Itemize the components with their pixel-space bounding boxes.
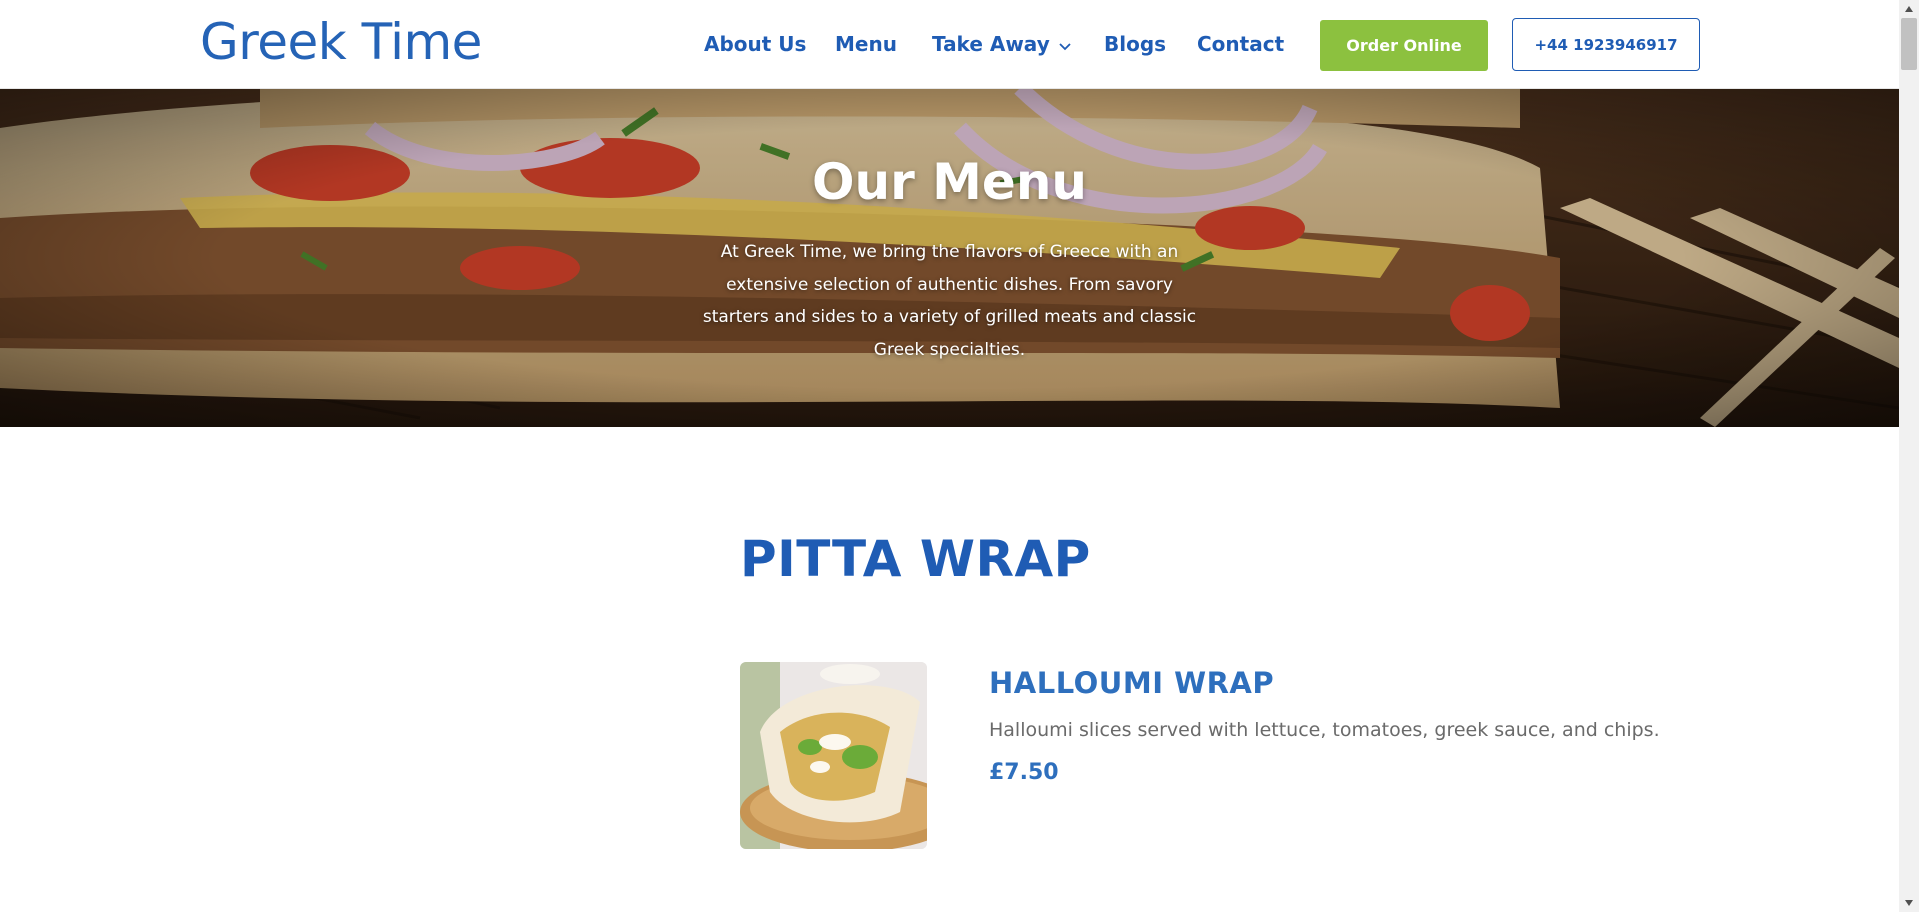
scroll-down-icon[interactable] [1904, 898, 1914, 908]
menu-item-description: Halloumi slices served with lettuce, tom… [989, 719, 1660, 741]
scroll-up-icon[interactable] [1904, 4, 1914, 14]
site-header: Greek Time About Us Menu Take Away Blogs… [0, 0, 1899, 89]
hero-banner: Our Menu At Greek Time, we bring the fla… [0, 88, 1899, 427]
chevron-down-icon [1059, 42, 1071, 50]
nav-blogs[interactable]: Blogs [1104, 30, 1166, 58]
hero-title: Our Menu [811, 153, 1088, 211]
hero-description: At Greek Time, we bring the flavors of G… [702, 242, 1197, 360]
menu-item-price: £7.50 [989, 760, 1059, 785]
nav-take-away-label: Take Away [932, 32, 1050, 56]
nav-menu[interactable]: Menu [835, 30, 897, 58]
phone-button[interactable]: +44 1923946917 [1512, 18, 1700, 71]
section-title: PITTA WRAP [740, 530, 1091, 588]
wrap-photo [740, 662, 927, 849]
page-scrollbar[interactable] [1899, 0, 1919, 912]
nav-about-us[interactable]: About Us [704, 30, 806, 58]
nav-contact[interactable]: Contact [1197, 30, 1284, 58]
order-online-button[interactable]: Order Online [1320, 20, 1488, 71]
scrollbar-thumb[interactable] [1901, 18, 1917, 70]
menu-item-title: HALLOUMI WRAP [989, 666, 1275, 700]
nav-take-away[interactable]: Take Away [932, 30, 1072, 58]
halloumi-wrap-image [740, 662, 927, 849]
